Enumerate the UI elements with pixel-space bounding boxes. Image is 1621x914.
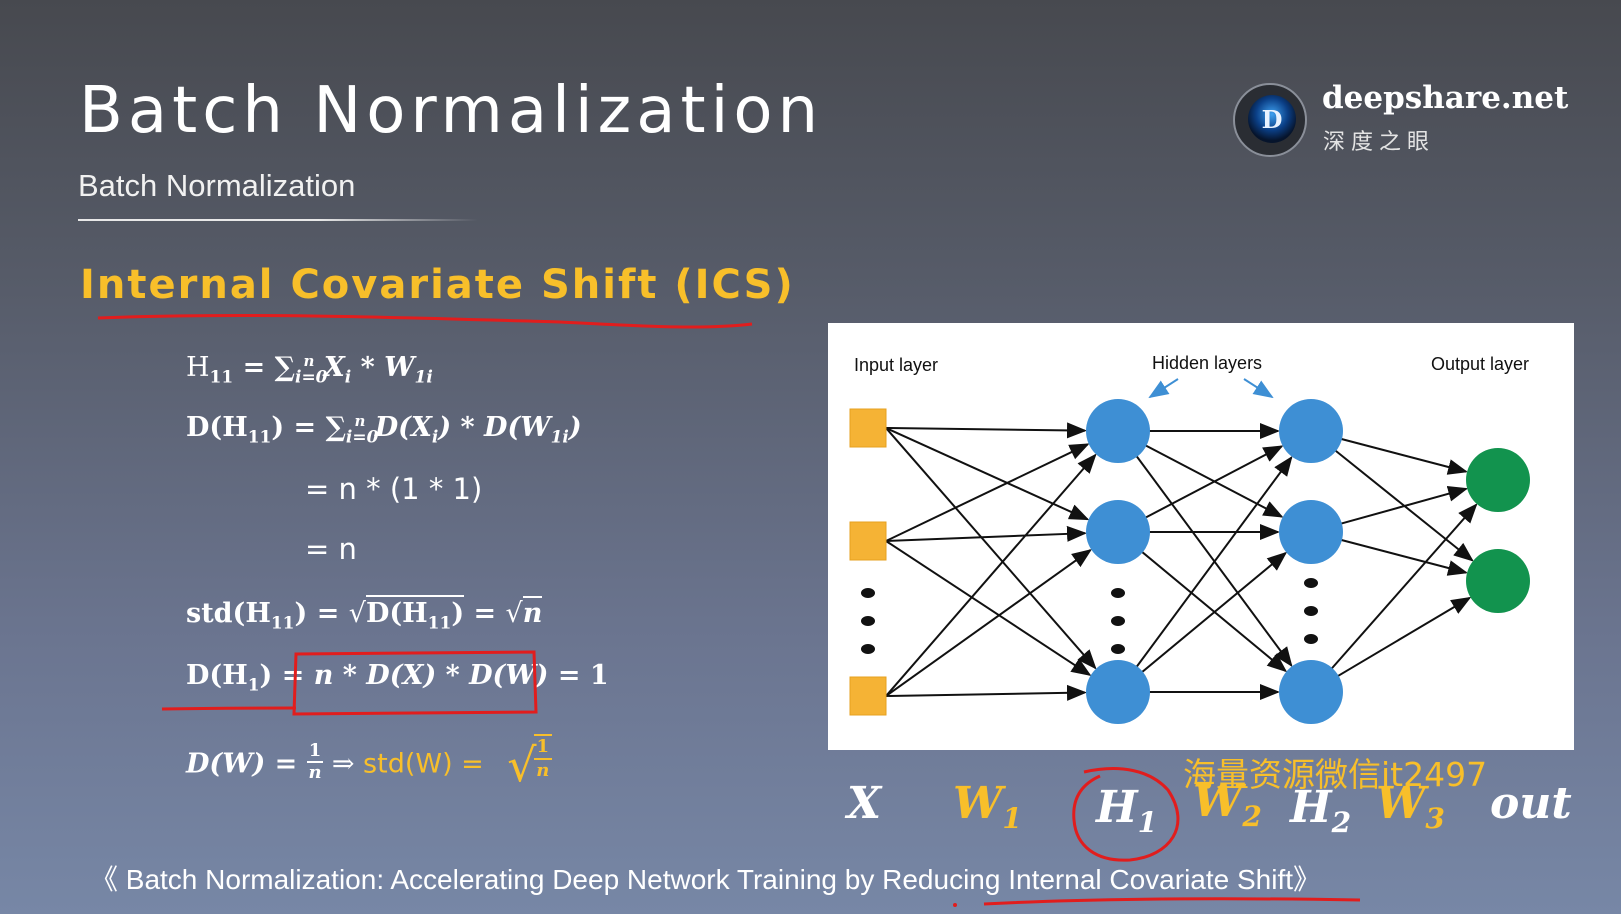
edge-input-hidden1 [885,540,1092,677]
output-layer-label: Output layer [1431,354,1529,374]
edge-hidden2-output [1339,538,1469,576]
ellipsis-dot [1304,634,1318,644]
edge-input-hidden1 [885,427,1097,670]
network-nodes [849,399,1530,724]
boxed-variance-term: n * D(X) * D(W) [313,660,549,691]
equation-dh1: D(H1) = n * D(X) * D(W) = 1 [186,660,609,696]
logo-name: deepshare.net [1322,80,1569,116]
edge-hidden1-hidden2 [1144,445,1284,519]
label-out: out [1490,778,1572,829]
annotation-dot [953,903,957,907]
edge-input-hidden1 [885,525,1088,542]
ellipsis-dot [861,588,875,598]
edge-hidden1-hidden2 [1135,455,1293,669]
network-edges [885,422,1478,701]
output-node [1466,549,1530,613]
edge-hidden2-output [1330,503,1478,671]
subtitle-divider [78,219,478,221]
slide-subtitle: Batch Normalization [78,168,356,203]
hidden2-node [1279,500,1343,564]
edge-hidden2-output [1339,437,1469,475]
equation-dw: D(W) = 1n ⇒ std(W) = √ 1 n [186,734,553,798]
logo-chinese-name: 深度之眼 [1323,130,1436,155]
edge-hidden2-output [1339,485,1469,525]
label-h1: H1 [1096,782,1158,839]
hidden2-node [1279,660,1343,724]
deepshare-logo-icon: D [1233,83,1307,157]
equation-n: = n [305,532,357,566]
citation-underline [983,897,1361,906]
edge-input-hidden1 [885,684,1088,701]
hidden1-node [1086,399,1150,463]
hidden-pointer-left [1148,378,1179,399]
equation-n-times: = n * (1 * 1) [305,472,483,506]
label-w1: W1 [953,778,1022,835]
equation-std-h11: std(H11) = √D(H11) = √n [186,595,543,633]
hidden-layers-label: Hidden layers [1152,353,1262,373]
watermark-text: 海量资源微信it2497 [1183,755,1488,794]
network-svg: Input layer Hidden layers Output layer [849,353,1530,724]
hidden2-node [1279,399,1343,463]
edge-hidden1-hidden2 [1140,551,1288,674]
ellipsis-dot [1304,578,1318,588]
edge-hidden2-output [1336,596,1472,678]
equation-h11: H11 = ∑i=0n Xi * W1i [186,352,433,388]
neural-network-diagram: Input layer Hidden layers Output layer [828,323,1574,750]
ellipsis-dot [861,616,875,626]
heading-underline [97,313,753,329]
ellipsis-dot [1304,606,1318,616]
edge-hidden1-hidden2 [1140,550,1288,673]
ellipsis-dot [1111,616,1125,626]
output-node [1466,448,1530,512]
ellipsis-dot [1111,588,1125,598]
slide-title: Batch Normalization [79,74,824,148]
edge-hidden1-hidden2 [1144,444,1284,518]
hidden1-node [1086,500,1150,564]
ellipsis-dot [1111,644,1125,654]
edge-input-hidden1 [885,443,1090,542]
input-node [849,521,887,561]
input-layer-label: Input layer [854,355,938,375]
ellipsis-dot [861,644,875,654]
label-x: X [847,778,882,829]
edge-hidden1-hidden2 [1135,454,1293,668]
equation-dh11: D(H11) = ∑i=0n D(Xi) * D(W1i) [186,412,582,448]
input-node [849,408,887,448]
section-heading: Internal Covariate Shift (ICS) [80,262,795,308]
hidden1-node [1086,660,1150,724]
edge-input-hidden1 [885,422,1088,439]
edge-input-hidden1 [885,548,1093,697]
svg-text:D: D [1262,105,1283,134]
input-node [849,676,887,716]
edge-input-hidden1 [885,427,1090,521]
dh1-underline [161,706,297,711]
hidden-pointer-right [1243,378,1274,399]
paper-citation: 《 Batch Normalization: Accelerating Deep… [90,864,1322,895]
